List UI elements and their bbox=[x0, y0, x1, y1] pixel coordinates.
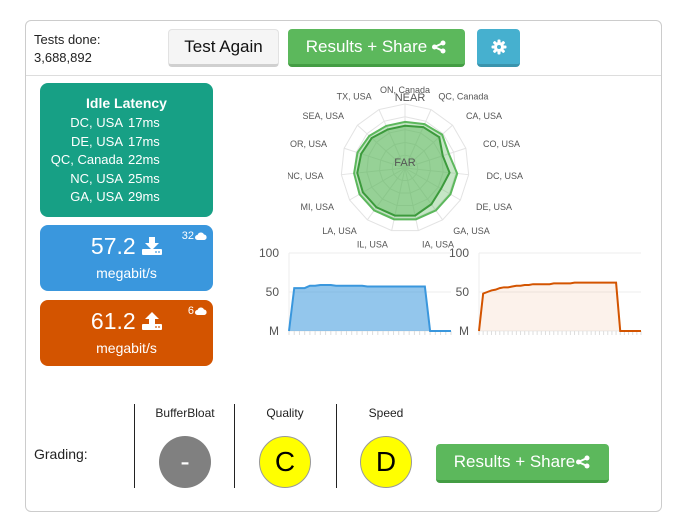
latency-location: GA, USA bbox=[70, 189, 123, 204]
grade-circle: D bbox=[360, 436, 412, 488]
radar-location-label: QC, Canada bbox=[438, 92, 488, 102]
tests-done-label: Tests done: bbox=[34, 32, 101, 47]
chart-tick-label: 100 bbox=[449, 246, 469, 260]
chart-tick-label: M bbox=[269, 324, 279, 338]
download-unit: megabit/s bbox=[96, 265, 157, 281]
chart-tick-label: M bbox=[459, 324, 469, 338]
grade-quality: Quality C bbox=[235, 406, 335, 488]
header-divider bbox=[26, 75, 661, 76]
radar-location-label: DE, USA bbox=[476, 202, 512, 212]
latency-row: QC, Canada 22ms bbox=[40, 151, 213, 170]
chart-tick-label: 100 bbox=[259, 246, 279, 260]
results-share-label: Results + Share bbox=[305, 36, 428, 56]
latency-location: DC, USA bbox=[70, 115, 123, 130]
latency-radar-chart: FARNEARON, CanadaQC, CanadaCA, USACO, US… bbox=[288, 85, 524, 249]
latency-row: DC, USA 17ms bbox=[40, 114, 213, 133]
upload-chart: M 50 100 bbox=[449, 246, 642, 338]
download-chart: M 50 100 bbox=[259, 246, 452, 338]
latency-location: QC, Canada bbox=[50, 152, 123, 167]
radar-location-label: DC, USA bbox=[487, 171, 524, 181]
grade-circle: - bbox=[159, 436, 211, 488]
grade-title: Speed bbox=[368, 406, 404, 420]
chart-tick-label: 50 bbox=[266, 285, 280, 299]
radar-far-label: FAR bbox=[394, 157, 415, 169]
download-icon bbox=[142, 237, 163, 255]
share-icon bbox=[576, 455, 590, 469]
grade-title: Quality bbox=[266, 406, 304, 420]
settings-button[interactable] bbox=[477, 29, 520, 67]
results-share-button-bottom[interactable]: Results + Share bbox=[436, 444, 609, 483]
download-card: 32 57.2 megabit/s bbox=[40, 225, 213, 291]
upload-speed: 61.2 bbox=[40, 308, 213, 335]
upload-card: 6 61.2 megabit/s bbox=[40, 300, 213, 366]
latency-location: DE, USA bbox=[70, 133, 123, 149]
grade-title: BufferBloat bbox=[155, 406, 215, 420]
test-again-button[interactable]: Test Again bbox=[168, 29, 279, 67]
download-value: 57.2 bbox=[90, 233, 136, 259]
latency-title: Idle Latency bbox=[86, 95, 167, 111]
latency-row: NC, USA 25ms bbox=[40, 170, 213, 189]
upload-unit: megabit/s bbox=[96, 340, 157, 356]
radar-location-label: ON, Canada bbox=[380, 85, 430, 95]
download-speed: 57.2 bbox=[40, 233, 213, 260]
upload-icon bbox=[142, 312, 163, 330]
radar-location-label: OR, USA bbox=[290, 139, 327, 149]
grade-circle: C bbox=[259, 436, 311, 488]
latency-ms: 22ms bbox=[128, 152, 160, 167]
radar-location-label: SEA, USA bbox=[303, 111, 345, 121]
radar-location-label: CO, USA bbox=[483, 139, 520, 149]
idle-latency-card: Idle Latency DC, USA 17ms DE, USA 17ms QC, C… bbox=[40, 83, 213, 217]
grading-label: Grading: bbox=[34, 446, 88, 462]
results-share-label: Results + Share bbox=[453, 452, 576, 471]
speed-test-panel: Tests done: 3,688,892 Test Again Results… bbox=[25, 20, 662, 512]
chart-tick-label: 50 bbox=[456, 285, 470, 299]
latency-location: NC, USA bbox=[70, 170, 123, 186]
tests-done: Tests done: 3,688,892 bbox=[34, 31, 101, 67]
latency-row: DE, USA 17ms bbox=[40, 133, 213, 152]
latency-row: GA, USA 29ms bbox=[40, 188, 213, 207]
radar-location-label: NC, USA bbox=[288, 171, 323, 181]
latency-ms: 17ms bbox=[128, 115, 160, 130]
tests-done-count: 3,688,892 bbox=[34, 50, 92, 65]
results-share-button[interactable]: Results + Share bbox=[288, 29, 465, 67]
test-again-label: Test Again bbox=[184, 37, 263, 56]
latency-ms: 25ms bbox=[128, 170, 160, 186]
share-icon bbox=[432, 40, 446, 53]
upload-value: 61.2 bbox=[90, 308, 136, 334]
grade-bufferbloat: BufferBloat - bbox=[135, 406, 235, 488]
radar-location-label: CA, USA bbox=[466, 111, 502, 121]
grade-speed: Speed D bbox=[336, 406, 436, 488]
gear-icon bbox=[491, 39, 506, 54]
latency-ms: 29ms bbox=[128, 189, 160, 204]
radar-location-label: TX, USA bbox=[337, 92, 372, 102]
radar-location-label: MI, USA bbox=[300, 202, 334, 212]
latency-ms: 17ms bbox=[128, 133, 160, 149]
